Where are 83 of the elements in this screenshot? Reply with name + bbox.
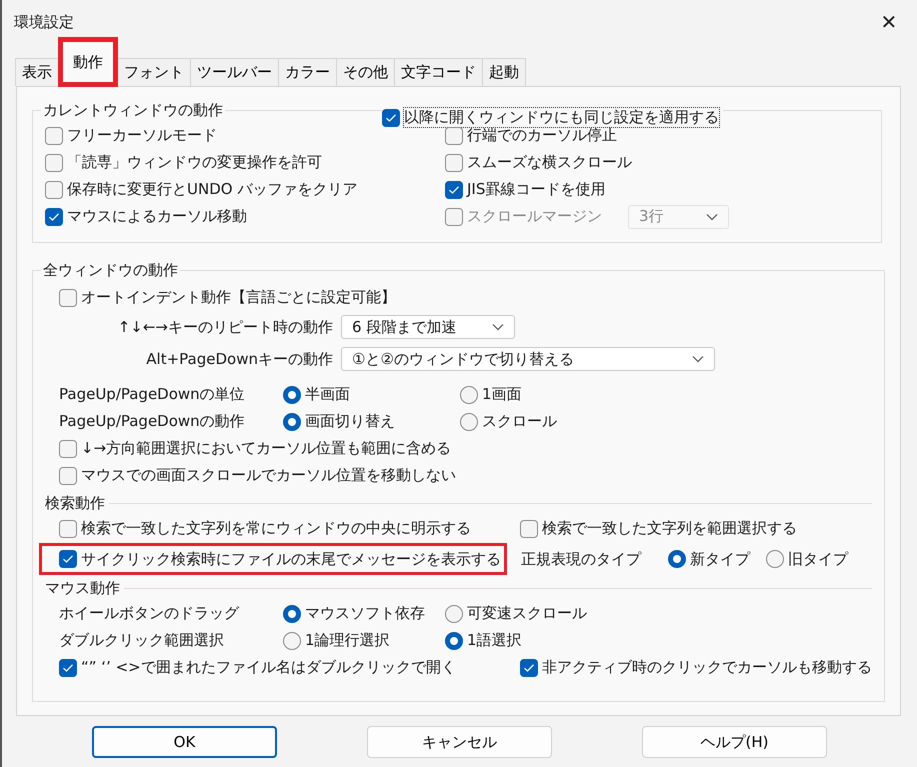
checkbox-label: オートインデント動作【言語ごとに設定可能】 [81, 288, 396, 307]
dialog-button[interactable]: キャンセル [367, 726, 552, 758]
radio-button[interactable] [283, 386, 301, 404]
checkbox-label: 行端でのカーソル停止 [467, 126, 617, 145]
chevron-down-icon [706, 212, 718, 220]
check-icon [62, 554, 74, 564]
group-title: カレントウィンドウの動作 [42, 101, 224, 120]
checkbox-label: マウスでの画面スクロールでカーソル位置を移動しない [81, 466, 456, 485]
dropdown[interactable]: 6 段階まで加速 [341, 315, 515, 339]
check-icon [48, 212, 60, 222]
dialog-button[interactable]: ヘルプ(H) [642, 726, 827, 758]
field-label: PageUp/PageDownの単位 [59, 385, 246, 404]
checkbox[interactable] [59, 658, 77, 676]
tab[interactable]: 起動 [482, 58, 526, 86]
close-button[interactable]: ✕ [869, 4, 909, 40]
radio-label: 旧タイプ [788, 550, 848, 568]
radio-label: 1語選択 [467, 631, 522, 650]
radio-button[interactable] [766, 550, 784, 568]
radio-button[interactable] [460, 412, 478, 430]
radio-button[interactable] [283, 412, 301, 430]
check-icon [385, 112, 397, 122]
radio-label: マウスソフト依存 [305, 604, 425, 623]
checkbox[interactable] [445, 154, 463, 172]
checkbox[interactable] [59, 550, 77, 568]
chevron-down-icon [492, 323, 504, 331]
checkbox-label: スクロールマージン [467, 207, 602, 226]
radio-button[interactable] [445, 632, 463, 650]
radio-button[interactable] [460, 386, 478, 404]
check-icon [523, 662, 535, 672]
field-label: ダブルクリック範囲選択 [59, 631, 225, 650]
radio-label: スクロール [482, 412, 557, 431]
radio-label: 半画面 [305, 385, 350, 404]
checkbox-label: マウスによるカーソル移動 [67, 207, 247, 226]
checkbox[interactable] [45, 208, 63, 226]
radio-button[interactable] [283, 604, 301, 622]
checkbox-label: スムーズな横スクロール [467, 153, 632, 172]
checkbox-label: 以降に開くウィンドウにも同じ設定を適用する [404, 108, 719, 127]
group-title: 全ウィンドウの動作 [42, 261, 179, 280]
check-icon [448, 184, 460, 194]
checkbox-label: 検索で一致した文字列を常にウィンドウの中央に明示する [81, 519, 471, 538]
checkbox-label: “” ‘’ <>で囲まれたファイル名はダブルクリックで開く [81, 658, 456, 677]
dialog-button[interactable]: OK [92, 726, 277, 758]
checkbox-label: 保存時に変更行とUNDO バッファをクリア [67, 180, 358, 199]
field-label: ホイールボタンのドラッグ [59, 604, 240, 623]
tab[interactable]: 表示 [15, 58, 59, 86]
radio-button[interactable] [668, 550, 686, 568]
field-label: ↑↓←→キーのリピート時の動作 [116, 318, 334, 336]
checkbox-label: サイクリック検索時にファイルの末尾でメッセージを表示する [81, 550, 501, 568]
checkbox-label: フリーカーソルモード [67, 126, 217, 145]
radio-label: 1画面 [482, 385, 522, 404]
radio-button[interactable] [445, 604, 463, 622]
field-label: PageUp/PageDownの動作 [59, 412, 246, 431]
checkbox[interactable] [520, 658, 538, 676]
checkbox-label: 非アクティブ時のクリックでカーソルも移動する [542, 658, 872, 677]
checkbox[interactable] [45, 154, 63, 172]
tab[interactable]: 動作 [58, 37, 118, 87]
radio-label: 画面切り替え [305, 412, 395, 431]
checkbox[interactable] [59, 466, 77, 484]
checkbox[interactable] [445, 126, 463, 144]
checkbox[interactable] [445, 180, 463, 198]
field-label: Alt+PageDownキーの動作 [145, 350, 334, 368]
radio-label: 1論理行選択 [305, 631, 390, 650]
checkbox[interactable] [520, 520, 538, 538]
radio-label: 新タイプ [690, 550, 750, 568]
checkbox-label: 検索で一致した文字列を範囲選択する [542, 519, 797, 538]
checkbox[interactable] [59, 440, 77, 458]
section-title: マウス動作 [45, 578, 120, 598]
check-icon [62, 662, 74, 672]
field-label: 正規表現のタイプ [521, 550, 642, 568]
checkbox[interactable] [45, 180, 63, 198]
checkbox[interactable] [59, 288, 77, 306]
checkbox-label: 「読専」ウィンドウの変更操作を許可 [67, 153, 322, 172]
window-title: 環境設定 [14, 12, 74, 32]
radio-button[interactable] [283, 632, 301, 650]
radio-label: 可変速スクロール [467, 604, 587, 623]
checkbox[interactable] [45, 126, 63, 144]
dropdown[interactable]: ①と②のウィンドウで切り替える [341, 347, 715, 371]
checkbox-label: JIS罫線コードを使用 [467, 180, 606, 199]
section-title: 検索動作 [45, 494, 105, 512]
chevron-down-icon [692, 355, 704, 363]
checkbox-label: ↓→方向範囲選択においてカーソル位置も範囲に含める [81, 439, 452, 458]
checkbox[interactable] [382, 108, 400, 126]
checkbox[interactable] [59, 520, 77, 538]
